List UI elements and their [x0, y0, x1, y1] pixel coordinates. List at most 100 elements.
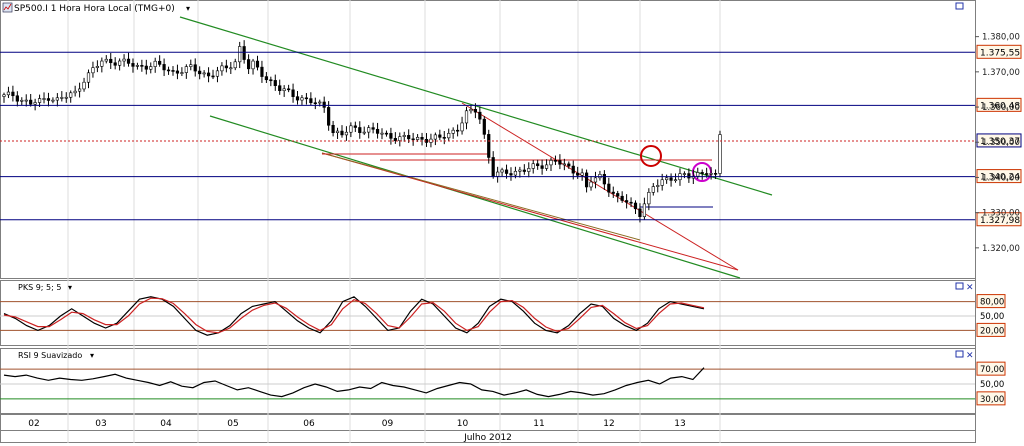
candle-body: [629, 201, 633, 204]
candle-body: [473, 109, 478, 113]
candle-body: [456, 129, 460, 132]
candle-body: [584, 172, 589, 188]
candle-body: [278, 85, 282, 92]
candle-body: [536, 163, 540, 167]
candle-body: [162, 64, 166, 71]
candle-body: [402, 135, 406, 137]
candle-body: [718, 134, 722, 174]
candle-body: [91, 67, 95, 74]
candle-body: [384, 132, 389, 135]
candle-body: [527, 168, 531, 172]
candle-body: [442, 137, 446, 139]
candle-body: [420, 136, 424, 140]
candle-body: [580, 172, 584, 176]
x-tick-label: 12: [603, 419, 614, 429]
candle-body: [518, 169, 522, 172]
candle-body: [313, 102, 317, 105]
candle-body: [464, 110, 469, 124]
candle-body: [33, 102, 37, 105]
candle-body: [558, 160, 562, 165]
candle-body: [269, 79, 273, 82]
candle-body: [171, 70, 175, 72]
candle-body: [144, 65, 148, 70]
candle-body: [100, 60, 104, 67]
candle-body: [264, 76, 268, 81]
chart-title: SP500.I 1 Hora Hora Local (TMG+0): [14, 4, 175, 14]
candle-body: [562, 163, 566, 166]
candle-body: [24, 99, 28, 102]
candle-body: [206, 72, 211, 77]
candle-body: [353, 125, 357, 128]
candle-body: [149, 66, 153, 70]
candle-body: [340, 130, 344, 136]
candle-body: [393, 138, 397, 141]
candle-body: [429, 138, 433, 143]
candle-body: [389, 133, 393, 139]
candle-body: [184, 66, 188, 73]
candle-body: [242, 46, 246, 60]
x-tick-label: 09: [382, 419, 394, 429]
candle-body: [375, 128, 380, 134]
chart-header[interactable]: SP500.I 1 Hora Hora Local (TMG+0) ▾: [2, 2, 190, 14]
candle-body: [607, 183, 611, 193]
y-tick-label: 1.340,00: [982, 173, 1020, 183]
candle-body: [696, 172, 700, 177]
candle-body: [42, 98, 46, 100]
candle-body: [309, 98, 313, 104]
candle-body: [407, 135, 411, 140]
candle-body: [60, 97, 64, 99]
candle-body: [504, 169, 509, 174]
candle-body: [158, 60, 162, 65]
candle-body: [51, 99, 55, 102]
candle-body: [496, 171, 500, 177]
candle-body: [633, 202, 638, 210]
candle-body: [513, 170, 518, 176]
x-tick-label: 05: [227, 419, 238, 429]
candle-body: [642, 203, 646, 217]
candle-body: [229, 67, 233, 70]
candle-body: [358, 127, 362, 133]
candle-body: [531, 163, 535, 169]
y-tick-label: 1.330,00: [982, 209, 1020, 219]
chevron-down-icon[interactable]: ▾: [186, 4, 190, 13]
candle-body: [113, 62, 117, 66]
candle-body: [180, 72, 184, 74]
candle-body: [46, 98, 51, 101]
candle-body: [295, 96, 300, 101]
chart-canvas: 1.375,551.360,481.350,371.340,241.327,98…: [0, 0, 1024, 443]
candle-body: [15, 95, 19, 102]
close-icon[interactable]: ✕: [966, 351, 974, 361]
candle-body: [64, 96, 68, 99]
x-tick-label: 04: [160, 419, 172, 429]
candle-body: [95, 65, 99, 68]
candle-body: [367, 127, 371, 133]
candle-body: [411, 138, 415, 141]
candle-body: [398, 136, 402, 141]
candle-body: [246, 59, 251, 70]
candle-body: [322, 101, 326, 108]
candle-body: [135, 65, 140, 67]
candle-body: [122, 58, 126, 62]
chevron-down-icon[interactable]: ▾: [90, 351, 94, 360]
candle-body: [55, 97, 59, 101]
close-icon[interactable]: ✕: [966, 283, 974, 293]
candle-body: [500, 169, 504, 173]
chevron-down-icon[interactable]: ▾: [68, 283, 72, 292]
rsi-label: RSI 9 Suavizado: [18, 351, 82, 360]
x-tick-label: 11: [533, 419, 544, 429]
candle-body: [482, 118, 486, 135]
y-tick-label: 1.360,00: [982, 103, 1020, 113]
candle-body: [238, 46, 242, 63]
candle-body: [673, 179, 678, 182]
level-label: 1.375,55: [980, 48, 1020, 58]
candle-body: [104, 58, 108, 62]
candle-body: [2, 94, 6, 97]
candle-body: [616, 193, 620, 197]
y-tick-label: 1.370,00: [982, 68, 1020, 78]
candle-body: [549, 160, 553, 166]
x-tick-label: 03: [95, 419, 106, 429]
panel-tick-label: 30,00: [980, 395, 1004, 405]
candle-body: [273, 80, 277, 86]
candle-body: [29, 99, 33, 105]
candle-body: [331, 124, 335, 134]
